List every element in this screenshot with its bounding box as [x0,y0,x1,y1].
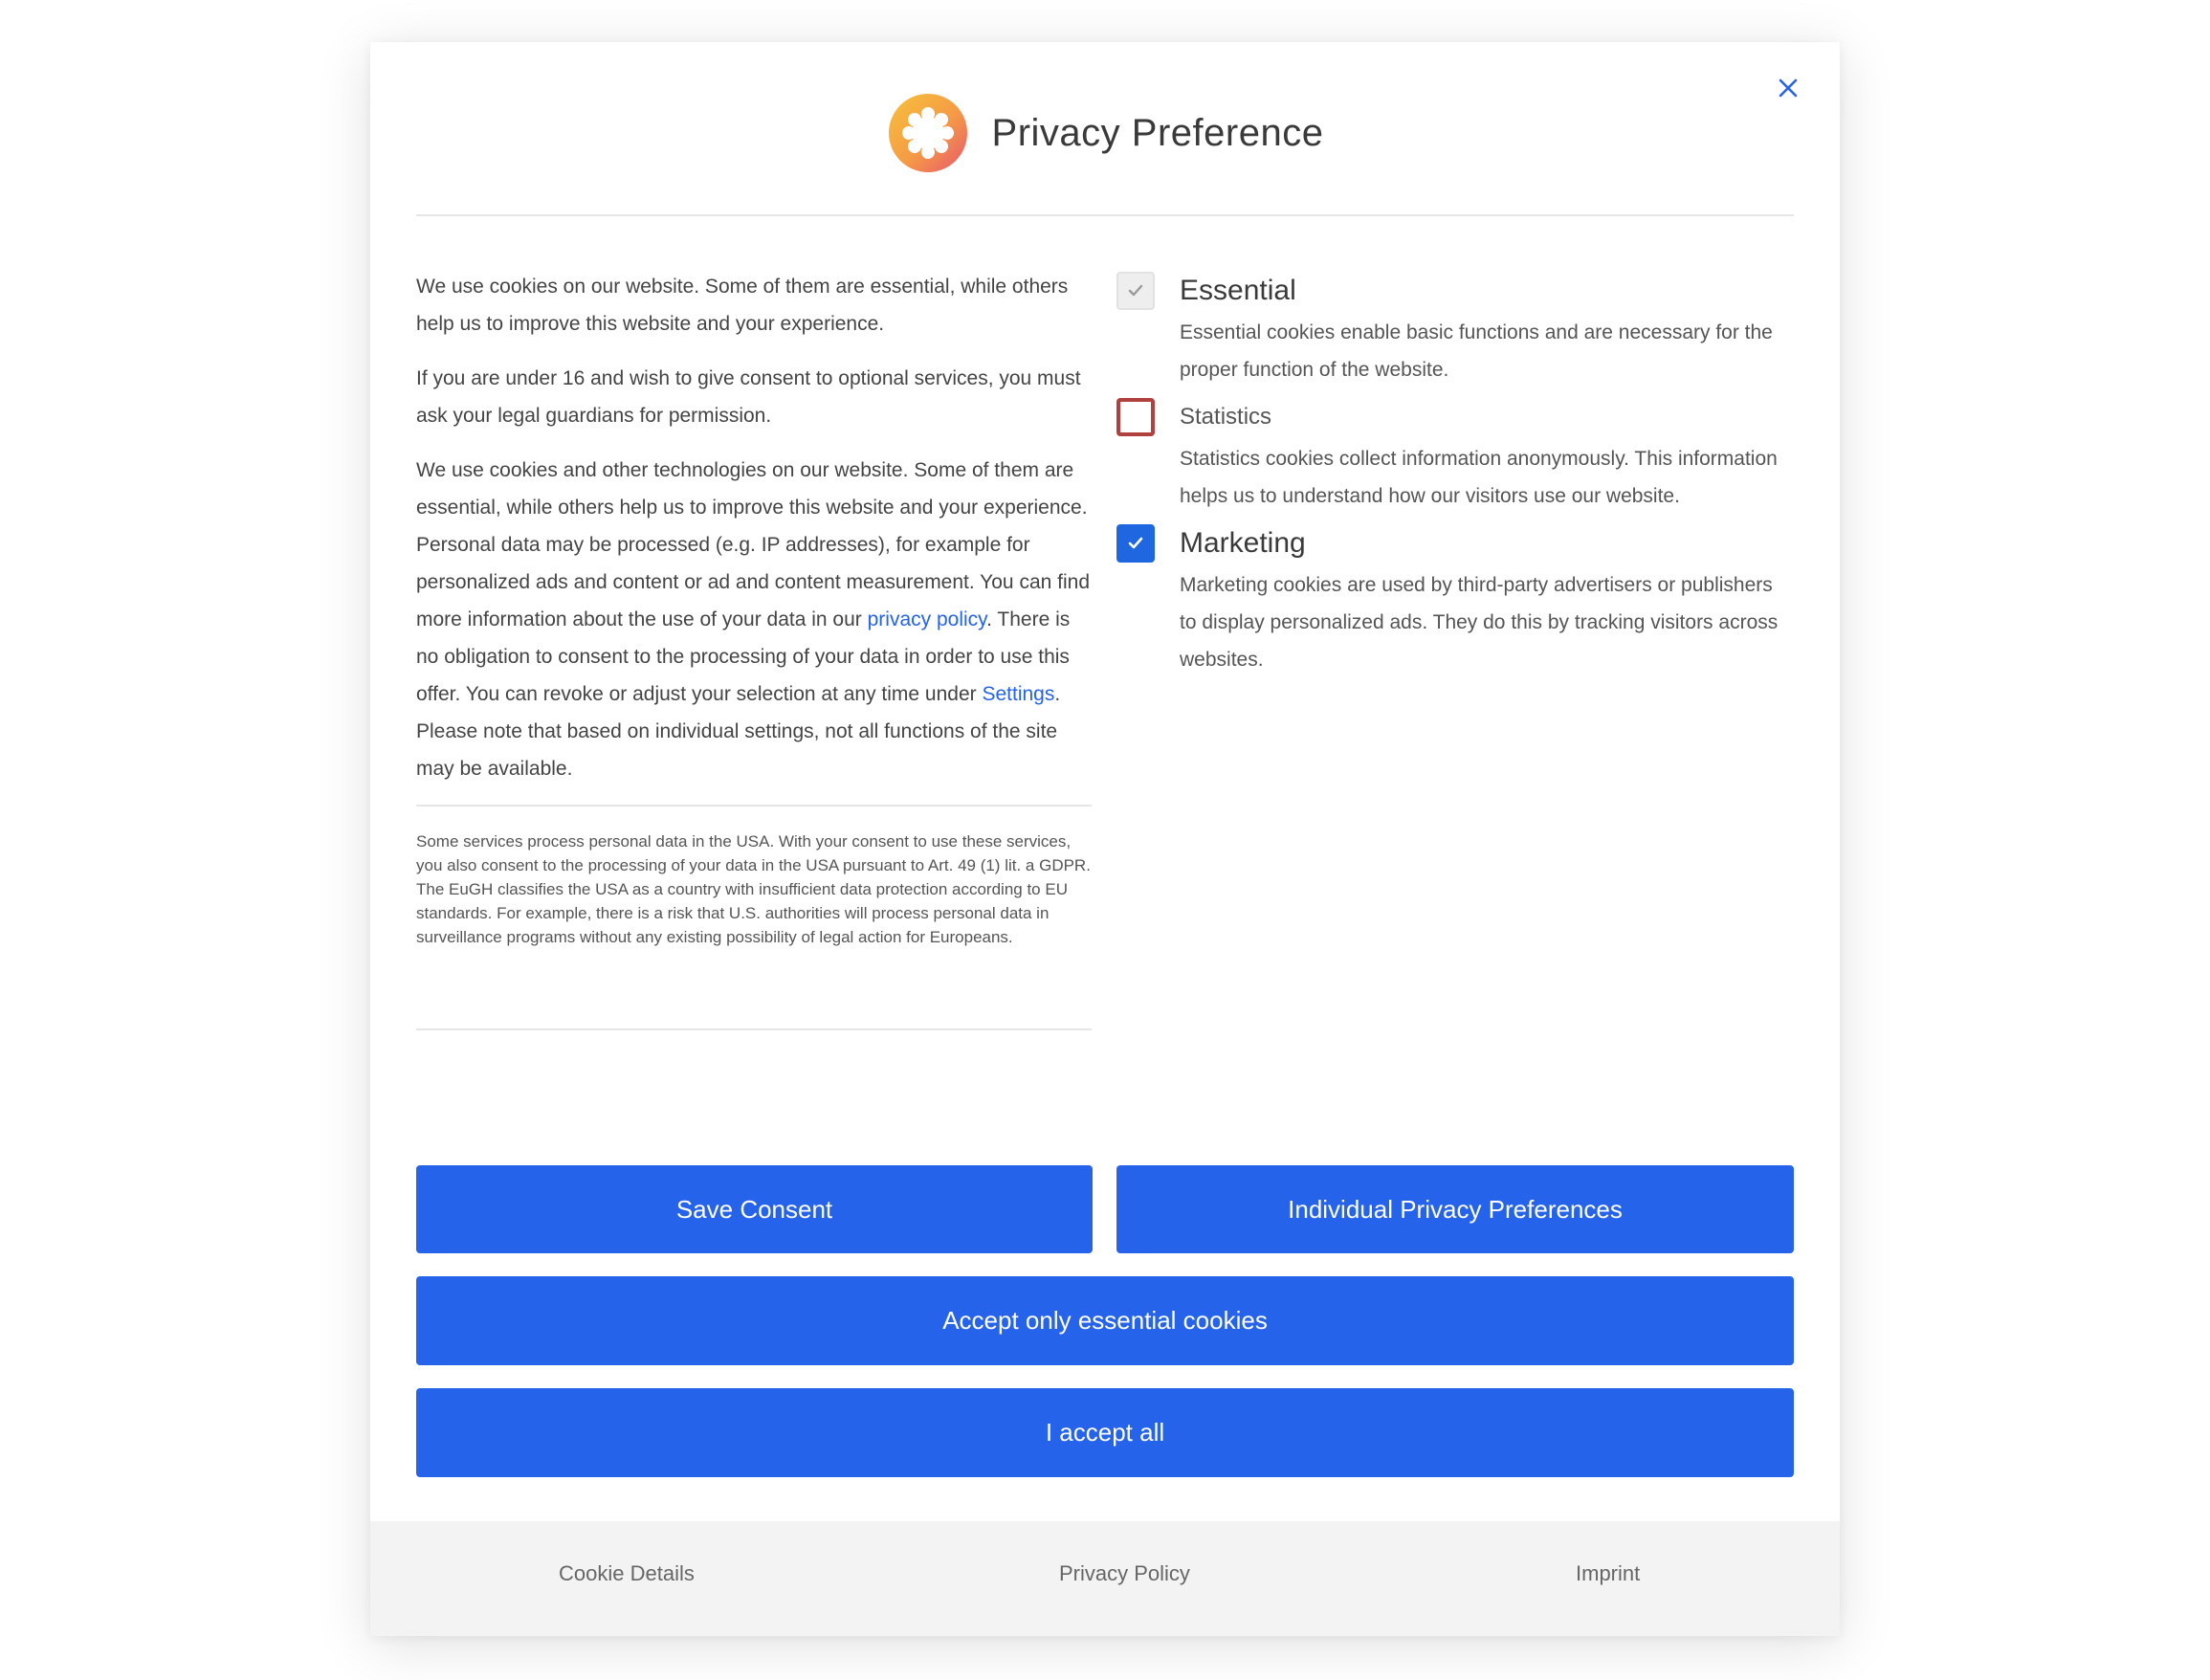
dialog-title: Privacy Preference [991,111,1324,154]
option-marketing: Marketing Marketing cookies are used by … [1116,520,1791,678]
check-icon [1128,537,1143,549]
accept-essential-button[interactable]: Accept only essential cookies [416,1276,1794,1365]
essential-checkbox[interactable] [1116,272,1155,310]
statistics-description: Statistics cookies collect information a… [1180,448,1778,507]
brand-logo-icon [888,94,967,172]
privacy-policy-link[interactable]: privacy policy [868,608,986,630]
essential-label: Essential [1180,275,1296,306]
individual-preferences-button[interactable]: Individual Privacy Preferences [1116,1165,1794,1253]
save-consent-button[interactable]: Save Consent [416,1165,1093,1253]
fine-print-divider [416,1028,1092,1030]
intro-paragraph-3: We use cookies and other technologies on… [416,452,1092,787]
intro-paragraph-1: We use cookies on our website. Some of t… [416,276,1069,335]
option-essential: Essential Essential cookies enable basic… [1116,268,1791,388]
fine-print-text: Some services process personal data in t… [416,832,1091,946]
consent-text-column: We use cookies on our website. Some of t… [416,268,1092,1040]
cookie-details-link[interactable]: Cookie Details [559,1561,695,1586]
marketing-description: Marketing cookies are used by third-part… [1180,574,1779,671]
statistics-checkbox[interactable] [1116,398,1155,436]
dialog-header: Privacy Preference [416,42,1794,216]
statistics-label: Statistics [1180,404,1272,430]
privacy-dialog: Privacy Preference We use cookies on our… [370,42,1840,1636]
settings-link[interactable]: Settings [982,683,1054,705]
option-statistics: Statistics Statistics cookies collect in… [1116,394,1791,515]
text-divider [416,805,1092,807]
check-icon [1128,284,1143,297]
imprint-link[interactable]: Imprint [1576,1561,1640,1586]
marketing-label: Marketing [1180,527,1306,559]
privacy-policy-footer-link[interactable]: Privacy Policy [1059,1561,1190,1586]
dialog-footer: Cookie Details Privacy Policy Imprint [370,1521,1840,1636]
consent-options: Essential Essential cookies enable basic… [1116,268,1791,684]
essential-description: Essential cookies enable basic functions… [1180,321,1773,381]
intro-paragraph-2: If you are under 16 and wish to give con… [416,367,1081,427]
fine-print-box[interactable]: Some services process personal data in t… [416,816,1092,1021]
intro-text-start: We use cookies and other technologies on… [416,459,1090,630]
marketing-checkbox[interactable] [1116,524,1155,563]
accept-all-button[interactable]: I accept all [416,1388,1794,1477]
